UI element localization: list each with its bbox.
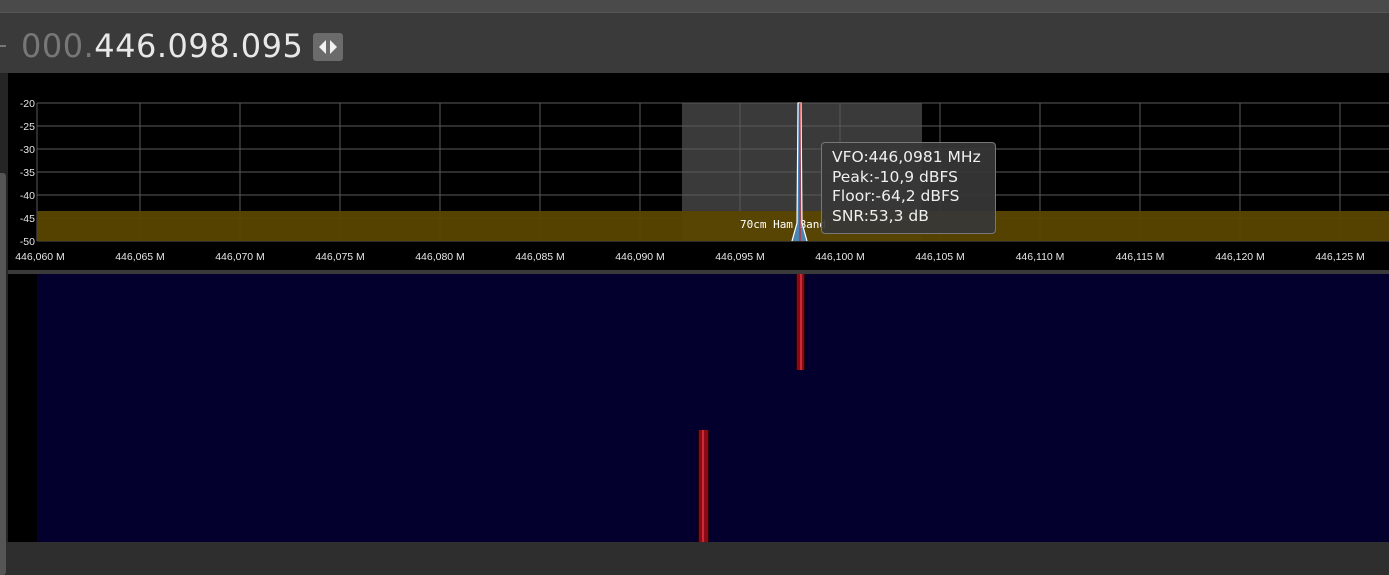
x-tick-label: 446,095 M: [715, 251, 765, 263]
y-tick-label: -40: [20, 190, 35, 202]
x-tick-label: 446,070 M: [215, 251, 265, 263]
waterfall-field[interactable]: [37, 274, 1389, 542]
x-tick-label: 446,115 M: [1116, 251, 1165, 263]
toolbar-separator: [0, 45, 6, 47]
x-tick-label: 446,080 M: [415, 251, 465, 263]
frequency-display[interactable]: 000.446.098.095: [21, 27, 303, 65]
x-tick-label: 446,120 M: [1215, 251, 1265, 263]
frequency-toolbar: 000.446.098.095: [0, 13, 1389, 73]
band-plan-highlight: [37, 211, 1389, 241]
x-tick-label: 446,110 M: [1016, 251, 1065, 263]
swap-button[interactable]: [313, 33, 343, 61]
waterfall-signal-trace: [796, 274, 805, 370]
spectrum-canvas[interactable]: 70cm Ham Band -20 -25 -30 -35 -40 -45 -50 446,…: [8, 73, 1389, 270]
y-tick-label: -20: [20, 98, 35, 110]
x-tick-label: 446,065 M: [115, 251, 165, 263]
sidebar-handle[interactable]: [0, 173, 6, 575]
sidebar-collapse-edge: [0, 73, 8, 575]
vfo-info-tooltip: VFO:446,0981 MHz Peak:-10,9 dBFS Floor:-…: [821, 142, 996, 234]
fft-spectrum-plot[interactable]: 70cm Ham Band -20 -25 -30 -35 -40 -45 -50 446,…: [8, 73, 1389, 270]
y-tick-label: -45: [20, 213, 35, 225]
x-tick-label: 446,075 M: [315, 251, 365, 263]
band-plan-label: 70cm Ham Band: [740, 218, 826, 231]
window-titlebar: [0, 0, 1389, 13]
x-tick-label: 446,060 M: [15, 251, 65, 263]
y-tick-label: -30: [20, 144, 35, 156]
frequency-leading-zeros[interactable]: 000.: [21, 27, 94, 65]
x-tick-label: 446,105 M: [915, 251, 965, 263]
y-tick-label: -50: [20, 236, 35, 248]
tooltip-vfo: VFO:446,0981 MHz: [832, 148, 981, 166]
y-tick-label: -25: [20, 121, 35, 133]
x-tick-label: 446,085 M: [515, 251, 565, 263]
tooltip-snr: SNR:53,3 dB: [832, 206, 929, 225]
waterfall-signal-trace: [698, 430, 709, 542]
y-tick-label: -35: [20, 167, 35, 179]
waterfall-signal-core: [702, 430, 704, 542]
left-right-arrows-icon: [319, 40, 337, 54]
tooltip-floor: Floor:-64,2 dBFS: [832, 187, 960, 205]
x-tick-label: 446,090 M: [615, 251, 665, 263]
x-tick-label: 446,100 M: [815, 251, 865, 263]
tooltip-peak: Peak:-10,9 dBFS: [832, 167, 959, 186]
x-tick-label: 446,125 M: [1315, 251, 1365, 263]
frequency-value[interactable]: 446.098.095: [94, 27, 303, 65]
waterfall-signal-core: [800, 274, 802, 370]
waterfall-display[interactable]: [8, 274, 1389, 542]
